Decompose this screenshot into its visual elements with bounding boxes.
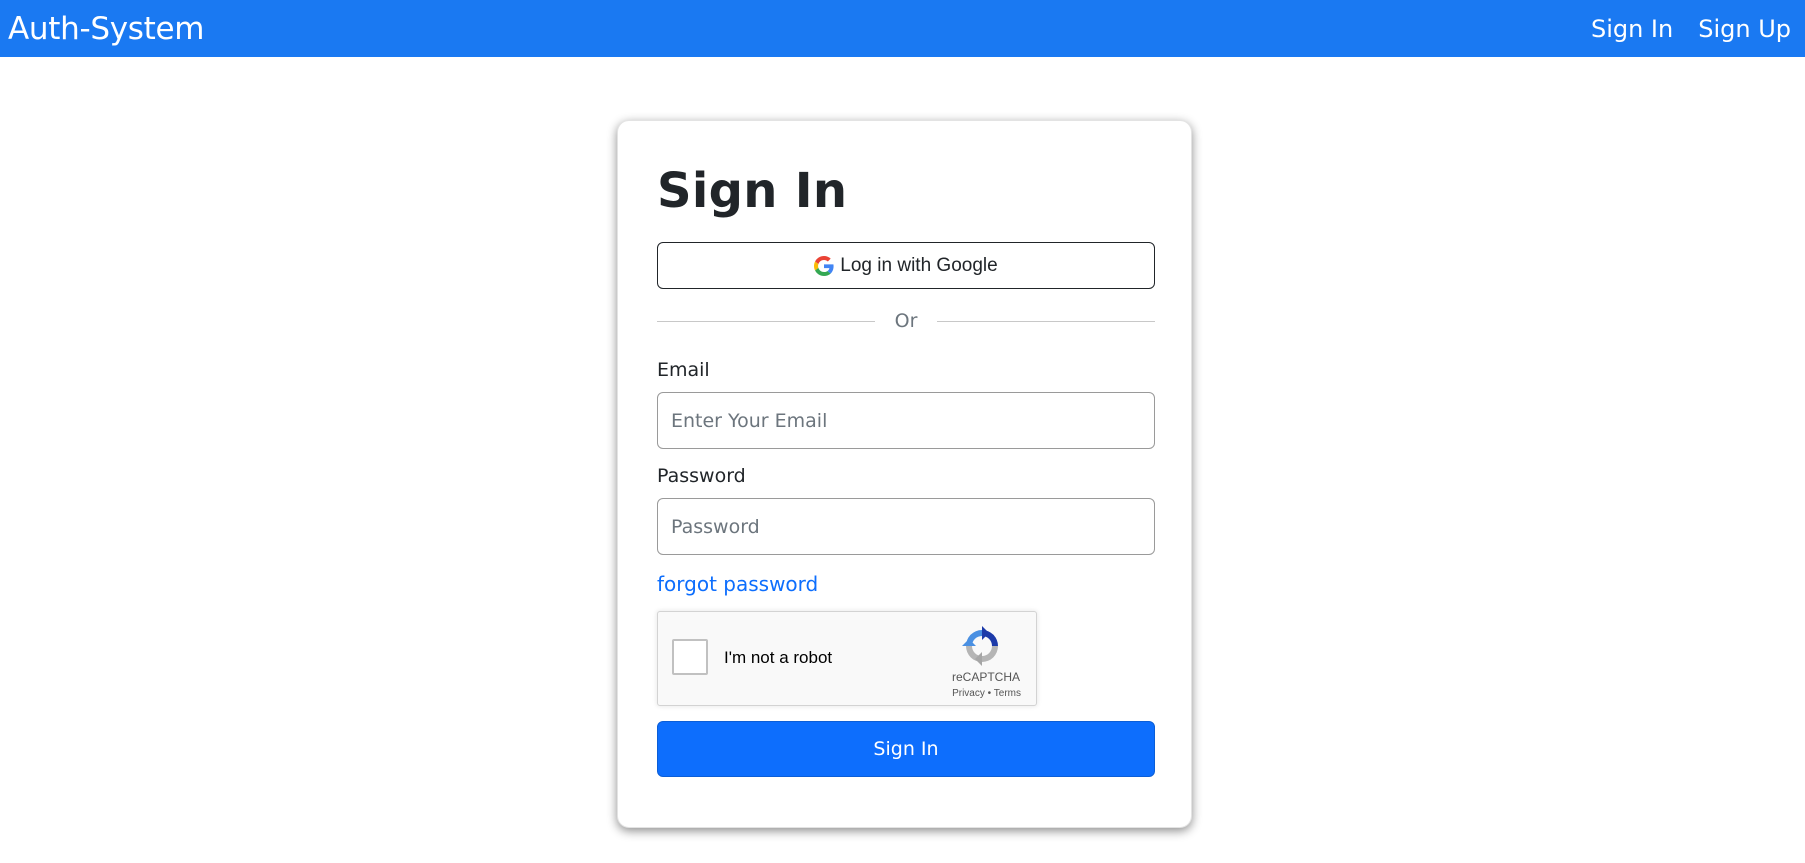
google-login-button[interactable]: Log in with Google [657, 242, 1155, 289]
forgot-password-link[interactable]: forgot password [657, 572, 818, 596]
recaptcha-privacy-link[interactable]: Privacy [952, 688, 985, 699]
recaptcha-links: Privacy • Terms [952, 688, 1021, 699]
recaptcha-label: I'm not a robot [724, 648, 833, 667]
navbar: Auth-System Sign In Sign Up [0, 0, 1805, 57]
google-g-icon [814, 255, 834, 276]
divider-line-right [937, 320, 1155, 322]
email-label: Email [657, 359, 710, 381]
password-input[interactable] [657, 498, 1155, 555]
brand-link[interactable]: Auth-System [8, 11, 204, 47]
nav-sign-in-link[interactable]: Sign In [1591, 15, 1673, 43]
recaptcha-checkbox[interactable] [672, 639, 708, 675]
divider-line-left [657, 320, 875, 322]
email-input[interactable] [657, 392, 1155, 449]
recaptcha-widget: I'm not a robot reCAPTCHA Privacy • Term… [657, 611, 1037, 706]
recaptcha-separator: • [987, 688, 992, 699]
or-divider: Or [657, 306, 1155, 336]
page-title: Sign In [657, 163, 848, 219]
google-login-label: Log in with Google [840, 254, 998, 276]
recaptcha-logo-icon [962, 626, 1002, 666]
recaptcha-brand: reCAPTCHA [951, 670, 1020, 684]
nav-sign-up-link[interactable]: Sign Up [1698, 15, 1791, 43]
password-label: Password [657, 465, 746, 487]
nav-links: Sign In Sign Up [1591, 15, 1791, 43]
sign-in-card: Sign In Log in with Google Or Email Pass… [617, 120, 1192, 828]
recaptcha-terms-link[interactable]: Terms [994, 688, 1021, 699]
or-text: Or [894, 310, 918, 332]
sign-in-submit-button[interactable]: Sign In [657, 721, 1155, 777]
